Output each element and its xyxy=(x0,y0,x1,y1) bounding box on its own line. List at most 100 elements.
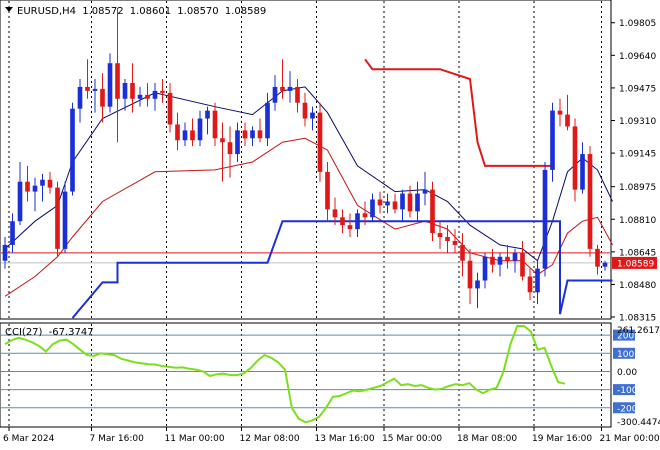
candle-body xyxy=(280,86,285,91)
candle-body xyxy=(595,248,600,267)
cci-level-label: -200 xyxy=(617,404,638,414)
candle-body xyxy=(257,130,263,139)
candle-body xyxy=(527,276,533,293)
candle-body xyxy=(62,191,68,249)
candle-body xyxy=(422,189,428,194)
y-tick-label: 1.08315 xyxy=(619,314,656,324)
candle-body xyxy=(520,252,525,277)
candle-body xyxy=(565,114,570,127)
x-tick-label: 11 Mar 00:00 xyxy=(165,434,225,444)
candle-body xyxy=(460,244,465,261)
candle-body xyxy=(475,280,480,289)
candle-body xyxy=(182,130,188,141)
candle-body xyxy=(122,82,128,99)
candle-body xyxy=(2,244,8,261)
candle-body xyxy=(355,213,360,230)
x-tick-label: 18 Mar 08:00 xyxy=(457,434,517,444)
candle-body xyxy=(212,110,218,139)
candle-body xyxy=(265,102,270,139)
candle-body xyxy=(152,90,158,99)
y-tick-label: 1.09805 xyxy=(619,19,656,29)
candle-body xyxy=(55,187,60,249)
cci-level-label: 0.00 xyxy=(617,368,637,378)
candle-body xyxy=(580,154,585,190)
y-tick-label: 1.08810 xyxy=(619,216,656,226)
candle-body xyxy=(235,130,240,155)
candle-body xyxy=(370,199,375,218)
cci-axis-max-label: 261.2617 xyxy=(617,326,660,336)
candle-body xyxy=(130,82,135,99)
candle-body xyxy=(77,86,83,109)
candle-body xyxy=(542,169,548,269)
candle-body xyxy=(85,86,90,91)
cci-level-label: 100 xyxy=(617,350,634,360)
candle-body xyxy=(572,126,578,190)
candle-body xyxy=(310,112,315,119)
chart-header: EURUSD,H4 1.08572 1.08601 1.08570 1.0858… xyxy=(17,6,266,17)
candle-body xyxy=(167,92,173,125)
cci-axis: 2001000.00-100-200 xyxy=(613,329,638,414)
x-tick-label: 6 Mar 2024 xyxy=(3,434,55,444)
candle-body xyxy=(295,86,300,103)
chart-window: 1.09805 1.09640 1.09475 1.09310 1.09145 1.089… xyxy=(0,0,660,450)
candle-body xyxy=(220,138,225,143)
candle-body xyxy=(332,209,338,218)
candle-body xyxy=(602,262,608,267)
candle-body xyxy=(175,124,180,141)
candle-body xyxy=(362,213,368,218)
candle-body xyxy=(137,94,143,99)
candle-body xyxy=(550,110,555,170)
candle-body xyxy=(535,268,540,293)
candle-body xyxy=(145,94,150,99)
candle-body xyxy=(452,240,458,245)
candle-body xyxy=(505,256,510,261)
y-tick-label: 1.09145 xyxy=(619,150,656,160)
candle-body xyxy=(302,102,308,119)
candle-body xyxy=(340,217,345,226)
y-tick-label: 1.09310 xyxy=(619,117,656,127)
candle-body xyxy=(557,110,563,115)
candle-body xyxy=(100,88,105,107)
candle-body xyxy=(10,221,15,245)
candle-body xyxy=(70,108,75,192)
candle-body xyxy=(385,201,390,206)
candle-body xyxy=(205,110,210,119)
candle-body xyxy=(197,118,203,141)
price-axis: 1.09805 1.09640 1.09475 1.09310 1.09145 1.089… xyxy=(611,19,657,324)
candle-body xyxy=(467,260,473,289)
candle-body xyxy=(490,256,495,265)
chart-canvas[interactable]: 1.09805 1.09640 1.09475 1.09310 1.09145 1.089… xyxy=(0,0,660,450)
y-tick-label: 1.08645 xyxy=(619,248,656,258)
x-tick-label: 19 Mar 16:00 xyxy=(532,434,592,444)
candle-body xyxy=(325,171,330,210)
candle-body xyxy=(160,90,165,93)
candle-body xyxy=(482,256,488,281)
candle-body xyxy=(400,193,405,210)
candle-body xyxy=(407,193,413,212)
x-tick-label: 15 Mar 00:00 xyxy=(382,434,442,444)
x-tick-label: 13 Mar 16:00 xyxy=(315,434,375,444)
candle-body xyxy=(445,237,450,241)
x-tick-label: 12 Mar 08:00 xyxy=(240,434,300,444)
y-tick-label: 1.09475 xyxy=(619,84,656,94)
candle-body xyxy=(272,86,278,103)
candle-body xyxy=(287,86,293,91)
candle-body xyxy=(430,189,435,234)
candle-body xyxy=(32,185,38,192)
y-tick-label: 1.08975 xyxy=(619,183,656,193)
candle-body xyxy=(587,154,593,249)
candle-body xyxy=(40,179,45,186)
candle-body xyxy=(115,63,120,99)
y-tick-label: 1.09640 xyxy=(619,52,656,62)
x-tick-label: 21 Mar 00:00 xyxy=(600,434,660,444)
candle-body xyxy=(497,256,503,265)
candle-body xyxy=(92,88,98,91)
candle-body xyxy=(190,130,195,141)
candle-body xyxy=(392,201,398,210)
candle-body xyxy=(17,181,23,222)
candle-body xyxy=(347,225,353,230)
y-tick-label: 1.08480 xyxy=(619,281,656,291)
candle-body xyxy=(512,252,518,261)
candle-body xyxy=(317,112,323,172)
candle-body xyxy=(250,130,255,139)
